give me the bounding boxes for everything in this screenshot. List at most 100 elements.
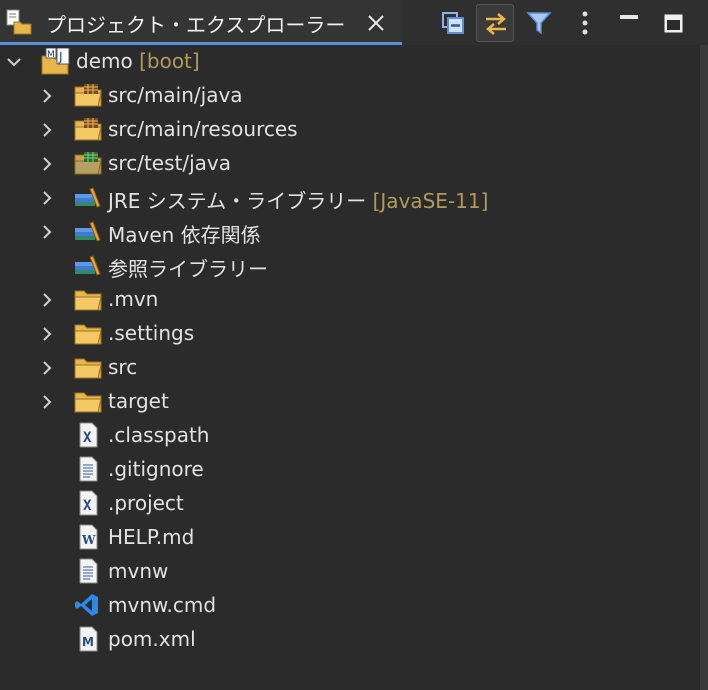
tree-item-name: .gitignore [108,457,204,481]
tree-row[interactable]: src/test/java [0,147,700,181]
chevron-right-icon[interactable] [39,326,55,342]
maximize-button[interactable] [654,4,692,42]
view-header: プロジェクト・エクスプローラー [0,0,708,45]
tree-item-name: HELP.md [108,525,195,549]
svg-text:X: X [83,498,92,514]
tree-item-name: src/main/resources [108,117,298,141]
tab-project-explorer[interactable]: プロジェクト・エクスプローラー [0,0,402,45]
maven-pom-icon: M [73,626,103,654]
text-file-icon [73,456,103,484]
view-toolbar [430,0,708,45]
tree-row[interactable]: target [0,385,700,419]
minimize-button[interactable] [610,4,648,42]
tree-row[interactable]: src/main/java [0,79,700,113]
tree-row[interactable]: .gitignore [0,453,700,487]
tree-row[interactable]: src/main/resources [0,113,700,147]
tree-item-label: pom.xml [108,627,196,651]
source-folder-icon [73,82,103,110]
tree-item-name: JRE システム・ライブラリー [108,189,367,213]
tree-item-name: src [108,355,138,379]
link-with-editor-button[interactable] [476,4,514,42]
tab-title: プロジェクト・エクスプローラー [46,13,346,37]
tree-item-name: 参照ライブラリー [108,257,268,281]
project-label: demo [boot] [76,49,200,73]
tree-item-name: .settings [108,321,195,345]
tree-row[interactable]: 参照ライブラリー [0,249,700,283]
close-icon[interactable] [364,11,388,35]
tree-row[interactable]: Maven 依存関係 [0,215,700,249]
tree-item-name: .classpath [108,423,210,447]
tree-row[interactable]: JRE システム・ライブラリー [JavaSE-11] [0,181,700,215]
tree-item-label: .gitignore [108,457,204,481]
chevron-down-icon[interactable] [6,54,22,70]
tree-item-label: JRE システム・ライブラリー [JavaSE-11] [108,185,488,214]
tree-row[interactable]: X .classpath [0,419,700,453]
tree-item-label: src/main/java [108,83,243,107]
tree-item-label: Maven 依存関係 [108,219,261,248]
tree-item-name: Maven 依存関係 [108,223,261,247]
chevron-right-icon[interactable] [39,88,55,104]
xml-file-icon: X [73,490,103,518]
svg-text:X: X [83,430,92,446]
filter-button[interactable] [520,4,558,42]
library-icon [73,218,103,246]
tree-item-label: mvnw.cmd [108,593,216,617]
scrollbar-track[interactable] [700,45,708,690]
tree-item-label: mvnw [108,559,168,583]
tree-item-label: target [108,389,169,413]
tree-item-name: mvnw [108,559,169,583]
tree-item-label: src/main/resources [108,117,298,141]
project-decoration: [boot] [139,49,200,73]
svg-text:J: J [58,50,63,64]
tree-row[interactable]: Mpom.xml [0,623,700,657]
tree-item-label: .classpath [108,423,209,447]
view-menu-button[interactable] [566,4,604,42]
markdown-file-icon: W [73,524,103,552]
tree-item-label: .mvn [108,287,158,311]
folder-icon [73,286,103,314]
tree-item-label: HELP.md [108,525,194,549]
svg-text:M: M [47,50,55,60]
project-name: demo [76,49,133,73]
tree-item-label: src [108,355,137,379]
tree-row[interactable]: .settings [0,317,700,351]
chevron-right-icon[interactable] [39,122,55,138]
tree-item-name: src/main/java [108,83,243,107]
tree-item-name: src/test/java [108,151,231,175]
tree-item-label: 参照ライブラリー [108,253,268,282]
chevron-right-icon[interactable] [39,190,55,206]
tree-item-name: target [108,389,169,413]
folder-icon [73,354,103,382]
tree-row[interactable]: X .project [0,487,700,521]
folder-icon [73,320,103,348]
source-folder-icon [73,116,103,144]
tree-item-name: .project [108,491,184,515]
tree-row-project[interactable]: M J demo [boot] [0,45,700,79]
text-file-icon [73,558,103,586]
tree-item-name: mvnw.cmd [108,593,217,617]
chevron-right-icon[interactable] [39,224,55,240]
tree-item-decoration: [JavaSE-11] [372,189,489,213]
folder-icon [73,388,103,416]
test-source-folder-icon [73,150,103,178]
project-explorer-icon [5,8,33,36]
library-icon [73,252,103,280]
svg-text:W: W [81,533,96,547]
tree-row[interactable]: mvnw.cmd [0,589,700,623]
tree-row[interactable]: src [0,351,700,385]
chevron-right-icon[interactable] [39,156,55,172]
tree-item-label: .project [108,491,184,515]
vscode-file-icon [73,592,103,620]
tree-item-label: .settings [108,321,194,345]
chevron-right-icon[interactable] [39,292,55,308]
maven-project-icon: M J [40,47,70,76]
tree-row[interactable]: mvnw [0,555,700,589]
collapse-all-button[interactable] [434,4,472,42]
tree-item-name: pom.xml [108,627,196,651]
chevron-right-icon[interactable] [39,360,55,376]
tree-row[interactable]: W HELP.md [0,521,700,555]
xml-file-icon: X [73,422,103,450]
tree-row[interactable]: .mvn [0,283,700,317]
tree-item-label: src/test/java [108,151,231,175]
chevron-right-icon[interactable] [39,394,55,410]
